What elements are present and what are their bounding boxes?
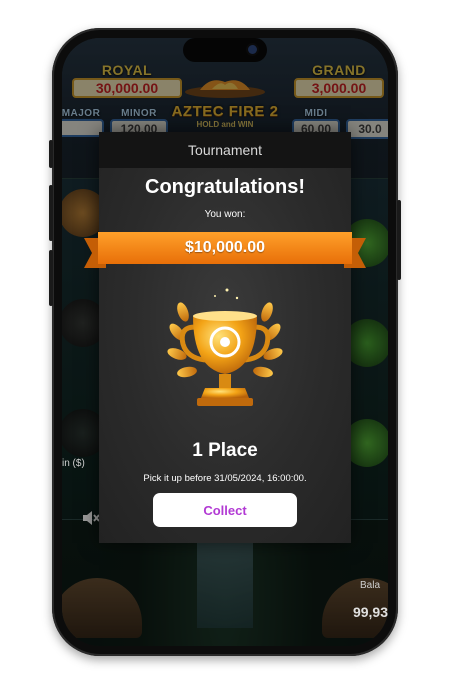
bet-label: in ($) — [62, 458, 85, 469]
phone-volume-up — [49, 185, 53, 241]
dialog-title: Tournament — [99, 132, 351, 168]
collect-deadline: Pick it up before 31/05/2024, 16:00:00. — [143, 473, 307, 484]
place-label: 1 Place — [192, 440, 258, 461]
phone-volume-down — [49, 250, 53, 306]
collect-button[interactable]: Collect — [153, 493, 297, 527]
speaker-mute-icon[interactable] — [80, 508, 100, 528]
phone-power-button — [397, 200, 401, 280]
tournament-dialog: Tournament Congratulations! You won: $10… — [84, 132, 366, 543]
trophy-icon — [167, 288, 283, 406]
prize-amount: $10,000.00 — [184, 239, 266, 256]
phone-side-button — [49, 140, 53, 168]
camera-icon — [248, 45, 257, 54]
congratulations-heading: Congratulations! — [145, 176, 305, 198]
balance-label: Bala — [359, 580, 380, 591]
you-won-label: You won: — [204, 209, 246, 220]
balance-value: 99,93 — [352, 604, 388, 620]
